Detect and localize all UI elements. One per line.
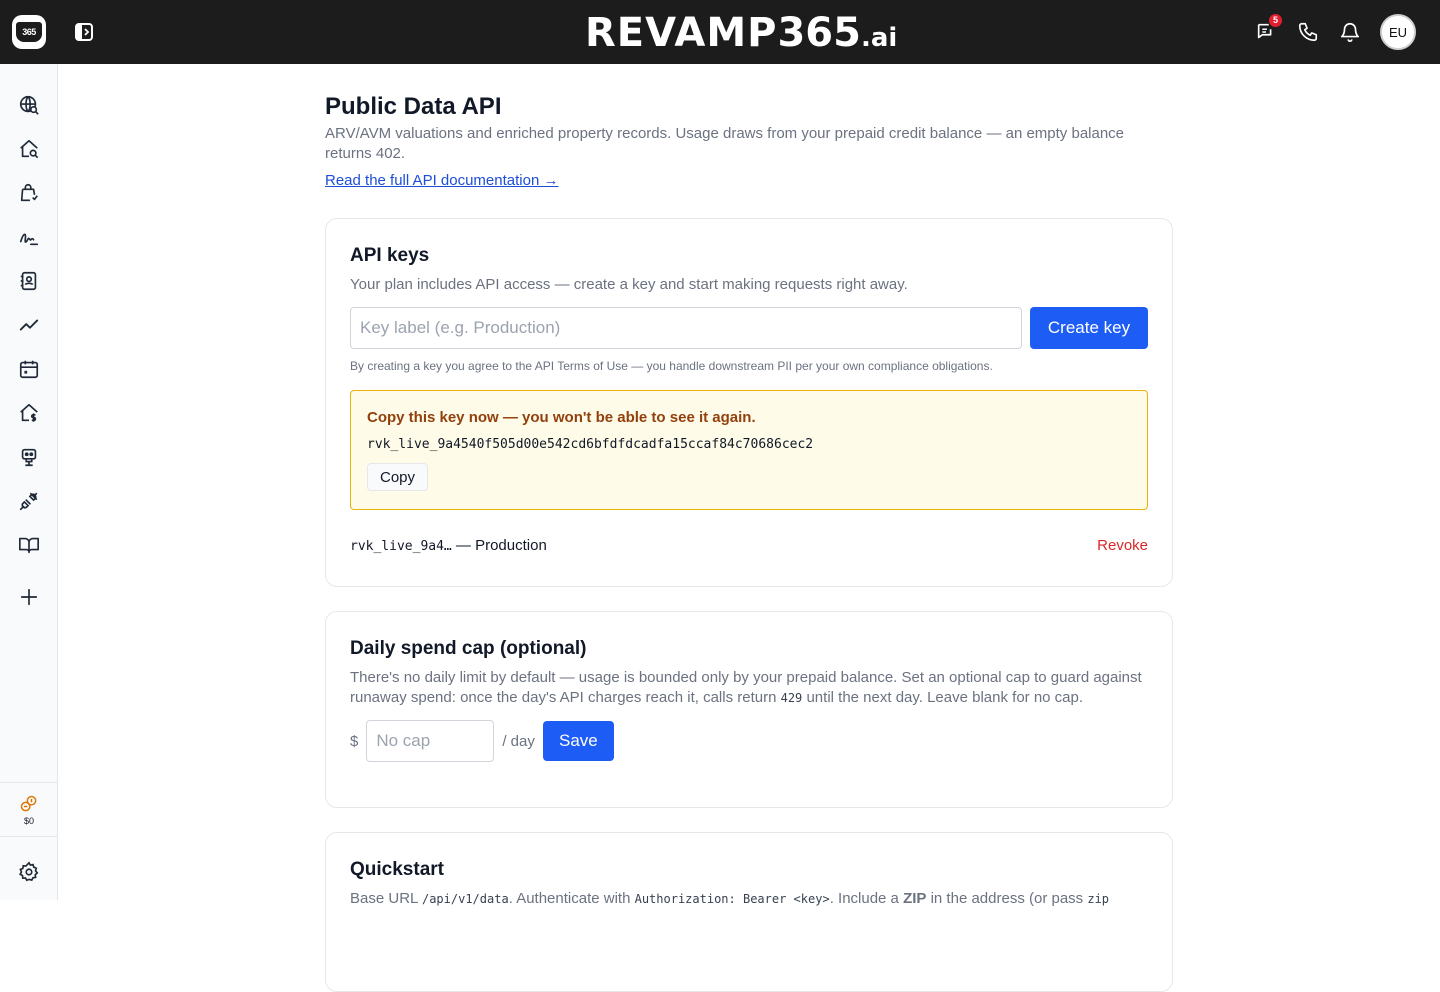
gear-icon <box>19 861 39 882</box>
revoke-key-button[interactable]: Revoke <box>1097 537 1148 554</box>
top-bar: 365 REVAMP 365 .ai 5 EU <box>0 0 1440 64</box>
plug-icon <box>19 492 38 511</box>
spend-cap-title: Daily spend cap (optional) <box>350 638 587 659</box>
create-key-button[interactable]: Create key <box>1030 307 1148 349</box>
currency-symbol: $ <box>350 732 359 750</box>
brand-number: 365 <box>777 10 861 56</box>
page-title: Public Data API <box>325 93 502 120</box>
sidebar-item-signatures[interactable] <box>16 224 42 250</box>
sidebar-item-deals[interactable] <box>16 180 42 206</box>
spend-cap-input[interactable] <box>366 720 495 762</box>
phone-icon <box>1298 22 1318 42</box>
book-open-icon <box>19 537 39 554</box>
signature-icon <box>19 233 39 246</box>
quickstart-title: Quickstart <box>350 859 444 880</box>
house-search-icon <box>20 139 39 159</box>
api-docs-link[interactable]: Read the full API documentation → <box>325 172 558 189</box>
app-logo-mark: 365 <box>16 22 42 42</box>
qs-text-2: . Authenticate with <box>508 890 635 907</box>
phone-button[interactable] <box>1296 20 1320 44</box>
plus-icon <box>20 588 38 606</box>
key-label-input[interactable] <box>350 307 1022 349</box>
brand-word: REVAMP <box>585 10 778 56</box>
quickstart-description: Base URL /api/v1/data. Authenticate with… <box>350 889 1148 909</box>
trend-line-icon <box>19 319 39 331</box>
copy-key-button[interactable]: Copy <box>367 463 429 491</box>
spend-cap-status-code: 429 <box>780 691 803 705</box>
sidebar-item-market-search[interactable] <box>16 92 42 118</box>
page-description: ARV/AVM valuations and enriched property… <box>325 125 1125 162</box>
sidebar-item-add[interactable] <box>16 584 42 610</box>
house-dollar-icon <box>20 403 38 422</box>
contact-book-icon <box>20 271 37 291</box>
shopping-bag-icon <box>20 183 38 202</box>
notifications-button[interactable] <box>1338 20 1362 44</box>
coins-icon <box>20 795 37 811</box>
credits-balance[interactable]: $0 <box>0 782 58 836</box>
qs-auth-header: Authorization: Bearer <key> <box>634 892 830 906</box>
save-cap-button[interactable]: Save <box>542 721 614 761</box>
qs-zip-param: zip <box>1087 892 1110 906</box>
sidebar-item-docs[interactable] <box>16 532 42 558</box>
qs-base-url: /api/v1/data <box>421 892 509 906</box>
top-actions: 5 EU <box>1254 14 1416 50</box>
sidebar-item-property-value[interactable] <box>16 400 42 426</box>
main-content: Public Data API ARV/AVM valuations and e… <box>325 64 1173 992</box>
api-terms-notice: By creating a key you agree to the API T… <box>350 359 993 373</box>
qs-text-5: in the address (or pass <box>926 890 1088 907</box>
globe-search-icon <box>19 95 39 115</box>
settings-button[interactable] <box>16 859 42 885</box>
app-logo[interactable]: 365 <box>12 15 46 49</box>
quickstart-card: Quickstart Base URL /api/v1/data. Authen… <box>325 832 1173 992</box>
messages-badge: 5 <box>1269 14 1282 27</box>
create-key-row: Create key <box>350 307 1148 349</box>
qs-zip: ZIP <box>903 890 927 907</box>
sidebar-item-analytics[interactable] <box>16 312 42 338</box>
spend-cap-desc-part2: until the next day. Leave blank for no c… <box>802 689 1084 706</box>
sidebar-item-integrations[interactable] <box>16 488 42 514</box>
messages-button[interactable]: 5 <box>1254 14 1282 44</box>
robot-icon <box>21 448 37 467</box>
api-key-entry: rvk_live_9a4… — Production <box>350 537 547 554</box>
calendar-icon <box>19 360 39 379</box>
sidebar: $0 <box>0 64 58 900</box>
api-keys-title: API keys <box>350 245 430 266</box>
qs-text-1: Base URL <box>350 890 422 907</box>
api-key-list-item: rvk_live_9a4… — Production Revoke <box>350 534 1148 556</box>
sidebar-toggle-icon <box>75 23 93 41</box>
brand-logo: REVAMP 365 .ai <box>585 10 898 56</box>
app-logo-text: 365 <box>22 27 36 37</box>
new-key-value: rvk_live_9a4540f505d00e542cd6bfdfdcadfa1… <box>367 437 814 452</box>
credits-amount: $0 <box>23 815 34 826</box>
api-keys-card: API keys Your plan includes API access —… <box>325 218 1173 587</box>
sidebar-item-contacts[interactable] <box>16 268 42 294</box>
spend-cap-card: Daily spend cap (optional) There's no da… <box>325 611 1173 808</box>
brand-tld: .ai <box>860 23 898 53</box>
spend-cap-row: $ / day Save <box>350 720 1148 762</box>
new-key-warning: Copy this key now — you won't be able to… <box>367 409 756 426</box>
user-avatar[interactable]: EU <box>1380 14 1416 50</box>
api-key-label: — Production <box>451 536 547 554</box>
api-key-prefix: rvk_live_9a4… <box>350 538 452 554</box>
new-key-alert: Copy this key now — you won't be able to… <box>350 390 1148 510</box>
bell-icon <box>1340 23 1360 42</box>
sidebar-item-ai-agent[interactable] <box>16 444 42 470</box>
sidebar-toggle-button[interactable] <box>73 21 95 43</box>
spend-cap-description: There's no daily limit by default — usag… <box>350 668 1148 708</box>
per-day-label: / day <box>502 732 535 750</box>
sidebar-item-property-search[interactable] <box>16 136 42 162</box>
sidebar-item-calendar[interactable] <box>16 356 42 382</box>
qs-text-3: . Include a <box>829 890 904 907</box>
settings-area <box>0 836 58 900</box>
api-keys-subtitle: Your plan includes API access — create a… <box>350 276 908 293</box>
